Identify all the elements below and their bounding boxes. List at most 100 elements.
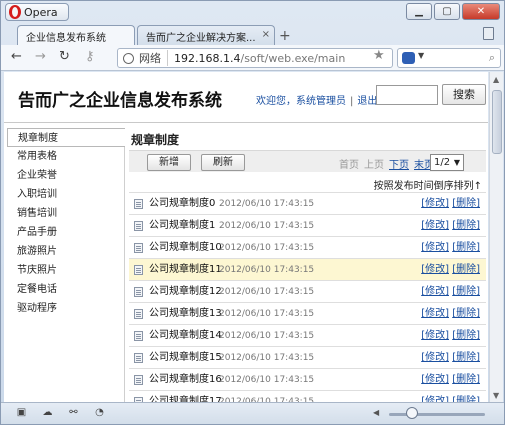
sidebar-item-holiday-photos[interactable]: 节庆照片	[7, 261, 124, 280]
sidebar-item-rules[interactable]: 规章制度	[7, 128, 125, 147]
page-select[interactable]: 1/2 ▼	[430, 154, 464, 171]
item-title[interactable]: 公司规章制度13	[149, 303, 222, 325]
add-button[interactable]: 新增	[147, 154, 191, 171]
item-actions: [修改] [删除]	[421, 347, 480, 369]
item-actions: [修改] [删除]	[421, 193, 480, 215]
sidebar-item-meal-phone[interactable]: 定餐电话	[7, 280, 124, 299]
item-time: 2012/06/10 17:43:15	[219, 331, 315, 341]
list-item: 公司规章制度15 2012/06/10 17:43:15 [修改] [删除]	[129, 346, 486, 368]
edit-link[interactable]: [修改]	[421, 352, 449, 363]
edit-link[interactable]: [修改]	[421, 242, 449, 253]
browser-search-field[interactable]: ▼ ⌕	[397, 48, 501, 68]
search-engine-icon[interactable]	[402, 52, 415, 64]
bookmark-star-icon[interactable]: ★	[373, 48, 385, 63]
delete-link[interactable]: [删除]	[452, 220, 480, 231]
zoom-out-icon[interactable]: ◀	[373, 408, 379, 417]
trash-icon[interactable]	[483, 27, 494, 40]
item-title[interactable]: 公司规章制度11	[149, 259, 222, 281]
zoom-slider-knob[interactable]	[406, 407, 418, 419]
scroll-down-icon[interactable]: ▼	[493, 391, 499, 400]
scrollbar-thumb[interactable]	[492, 90, 502, 154]
sidebar-item-travel-photos[interactable]: 旅游照片	[7, 242, 124, 261]
opera-menu-button[interactable]: Opera	[5, 3, 69, 21]
pager-next[interactable]: 下页	[389, 160, 409, 171]
item-title[interactable]: 公司规章制度1	[149, 215, 215, 237]
chevron-down-icon[interactable]: ▼	[418, 51, 424, 60]
close-tab-icon[interactable]: ×	[262, 29, 270, 40]
delete-link[interactable]: [删除]	[452, 264, 480, 275]
back-icon[interactable]: ←	[11, 49, 22, 64]
cloud-icon[interactable]: ☁	[41, 407, 54, 419]
item-time: 2012/06/10 17:43:15	[219, 287, 315, 297]
item-title[interactable]: 公司规章制度15	[149, 347, 222, 369]
delete-link[interactable]: [删除]	[452, 374, 480, 385]
list-toolbar: 新增 刷新 首页 上页 下页 末页 1/2 ▼	[129, 150, 486, 172]
status-bar: ▣ ☁ ⚯ ◔ ◀	[1, 402, 504, 424]
forward-icon[interactable]: →	[35, 49, 46, 64]
delete-link[interactable]: [删除]	[452, 198, 480, 209]
unite-icon[interactable]: ⚯	[67, 407, 80, 419]
scroll-up-icon[interactable]: ▲	[493, 75, 499, 84]
tab-label: 告而广之企业解决方案...	[146, 33, 256, 44]
tab-label: 企业信息发布系统	[26, 33, 106, 44]
vertical-scrollbar[interactable]: ▲ ▼	[489, 72, 503, 402]
list-item-hovered: 公司规章制度11 2012/06/10 17:43:15 [修改] [删除]	[129, 258, 486, 280]
list-item: 公司规章制度10 2012/06/10 17:43:15 [修改] [删除]	[129, 236, 486, 258]
tab-inactive[interactable]: 告而广之企业解决方案... ×	[137, 25, 275, 45]
delete-link[interactable]: [删除]	[452, 286, 480, 297]
edit-link[interactable]: [修改]	[421, 308, 449, 319]
pager: 首页 上页 下页 末页	[339, 156, 439, 171]
reload-icon[interactable]: ↻	[59, 49, 70, 64]
sidebar: 规章制度 常用表格 企业荣誉 入职培训 销售培训 产品手册 旅游照片 节庆照片 …	[7, 128, 125, 402]
delete-link[interactable]: [删除]	[452, 330, 480, 341]
item-time: 2012/06/10 17:43:15	[219, 199, 315, 209]
minimize-button[interactable]: ▁	[406, 3, 432, 20]
edit-link[interactable]: [修改]	[421, 286, 449, 297]
item-actions: [修改] [删除]	[421, 369, 480, 391]
browser-window: Opera ▁ ▢ ✕ 企业信息发布系统 告而广之企业解决方案... × + ←…	[0, 0, 505, 425]
item-actions: [修改] [删除]	[421, 259, 480, 281]
edit-link[interactable]: [修改]	[421, 330, 449, 341]
panel-toggle-icon[interactable]: ▣	[15, 407, 28, 419]
address-bar[interactable]: 网络 192.168.1.4/soft/web.exe/main	[117, 48, 393, 68]
item-title[interactable]: 公司规章制度14	[149, 325, 222, 347]
speed-dial-icon[interactable]: ◔	[93, 407, 106, 419]
item-title[interactable]: 公司规章制度16	[149, 369, 222, 391]
address-url: 192.168.1.4/soft/web.exe/main	[174, 52, 345, 65]
key-icon[interactable]: ⚷	[85, 49, 95, 64]
sidebar-item-sales-training[interactable]: 销售培训	[7, 204, 124, 223]
new-tab-icon[interactable]: +	[279, 28, 291, 44]
item-title[interactable]: 公司规章制度0	[149, 193, 215, 215]
site-search-button[interactable]: 搜索	[442, 84, 486, 105]
maximize-button[interactable]: ▢	[434, 3, 460, 20]
edit-link[interactable]: [修改]	[421, 220, 449, 231]
delete-link[interactable]: [删除]	[452, 242, 480, 253]
welcome-area: 欢迎您，系统管理员 | 退出	[256, 92, 377, 107]
network-label: 网络	[139, 50, 168, 66]
search-icon[interactable]: ⌕	[489, 51, 495, 65]
item-title[interactable]: 公司规章制度10	[149, 237, 222, 259]
delete-link[interactable]: [删除]	[452, 308, 480, 319]
edit-link[interactable]: [修改]	[421, 374, 449, 385]
sidebar-item-forms[interactable]: 常用表格	[7, 147, 124, 166]
site-search-input[interactable]	[376, 85, 438, 105]
url-path: /soft/web.exe/main	[240, 51, 346, 65]
edit-link[interactable]: [修改]	[421, 198, 449, 209]
sidebar-item-drivers[interactable]: 驱动程序	[7, 299, 124, 318]
sort-order-link[interactable]: 按照发布时间倒序排列↑	[374, 177, 482, 192]
refresh-button[interactable]: 刷新	[201, 154, 245, 171]
tab-active[interactable]: 企业信息发布系统	[17, 25, 135, 45]
item-title[interactable]: 公司规章制度17	[149, 391, 222, 402]
zoom-slider-track[interactable]	[389, 413, 485, 416]
logout-link[interactable]: 退出	[357, 96, 377, 107]
edit-link[interactable]: [修改]	[421, 264, 449, 275]
window-controls: ▁ ▢ ✕	[406, 3, 500, 20]
sidebar-item-onboarding[interactable]: 入职培训	[7, 185, 124, 204]
sidebar-item-honors[interactable]: 企业荣誉	[7, 166, 124, 185]
sidebar-item-product-manual[interactable]: 产品手册	[7, 223, 124, 242]
item-time: 2012/06/10 17:43:15	[219, 243, 315, 253]
delete-link[interactable]: [删除]	[452, 352, 480, 363]
close-window-button[interactable]: ✕	[462, 3, 500, 20]
list-item: 公司规章制度14 2012/06/10 17:43:15 [修改] [删除]	[129, 324, 486, 346]
item-title[interactable]: 公司规章制度12	[149, 281, 222, 303]
